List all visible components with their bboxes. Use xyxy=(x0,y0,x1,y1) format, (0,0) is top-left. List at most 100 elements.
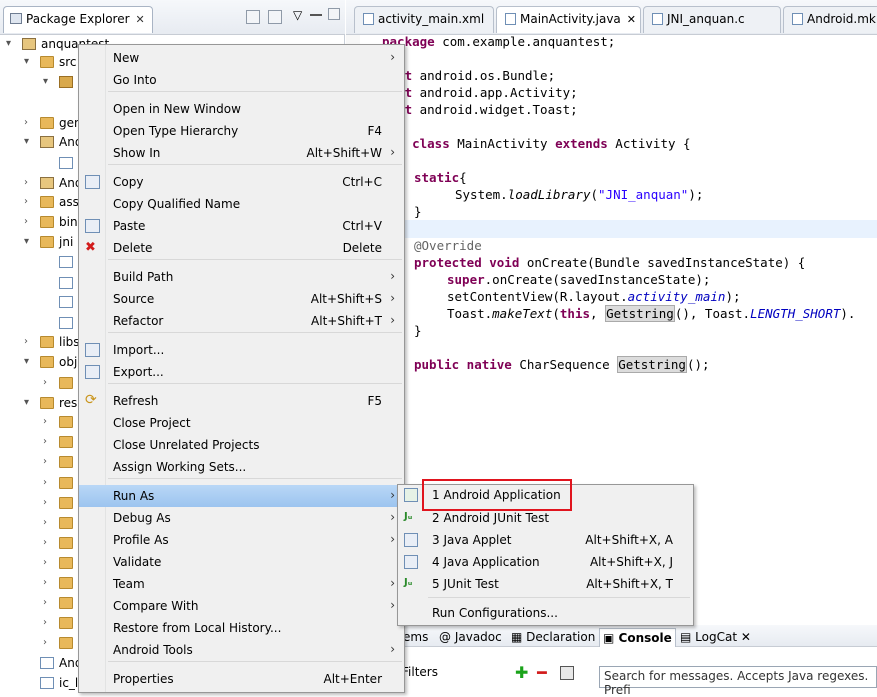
expand-toggle-icon[interactable]: ▾ xyxy=(43,76,48,87)
menu-separator xyxy=(108,259,402,260)
run-as-item-5-junit-test[interactable]: Jᵤ 5 JUnit Test Alt+Shift+X, T xyxy=(398,573,693,595)
junit-icon: Jᵤ xyxy=(404,511,413,522)
expand-toggle-icon[interactable]: ▾ xyxy=(24,56,29,67)
view-menu-icon[interactable]: ▽ xyxy=(293,8,302,22)
menu-item-team[interactable]: Team › xyxy=(79,573,404,595)
menu-item-compare-with[interactable]: Compare With › xyxy=(79,595,404,617)
filters-label: Filters xyxy=(402,665,438,679)
code-line: port android.widget.Toast; xyxy=(382,102,578,117)
expand-toggle-icon[interactable]: › xyxy=(24,196,28,207)
expand-toggle-icon[interactable]: › xyxy=(43,517,47,528)
run-as-item-run-configurations[interactable]: Run Configurations... xyxy=(398,602,693,624)
menu-item-label: Close Unrelated Projects xyxy=(113,438,260,452)
expand-toggle-icon[interactable]: ▾ xyxy=(24,236,29,247)
file-icon xyxy=(40,657,54,669)
menu-item-shortcut: Alt+Enter xyxy=(323,672,382,686)
menu-item-refresh[interactable]: ⟳ Refresh F5 xyxy=(79,390,404,412)
add-filter-icon[interactable]: ✚ xyxy=(515,663,528,682)
menu-item-android-tools[interactable]: Android Tools › xyxy=(79,639,404,661)
editor-tab-jni-anquan[interactable]: JNI_anquan.c xyxy=(643,6,781,33)
menu-item-label: Build Path xyxy=(113,270,174,284)
menu-item-delete[interactable]: ✖ Delete Delete xyxy=(79,237,404,259)
collapse-all-icon[interactable] xyxy=(246,10,260,24)
menu-item-label: Validate xyxy=(113,555,162,569)
menu-item-open-in-new-window[interactable]: Open in New Window xyxy=(79,98,404,120)
menu-item-run-as[interactable]: Run As › xyxy=(79,485,404,507)
expand-toggle-icon[interactable]: › xyxy=(43,477,47,488)
menu-item-refactor[interactable]: Refactor Alt+Shift+T › xyxy=(79,310,404,332)
menu-item-shortcut: Ctrl+C xyxy=(342,175,382,189)
tab-logcat[interactable]: ▤ LogCat ✕ xyxy=(677,628,754,647)
menu-item-copy-qualified-name[interactable]: Copy Qualified Name xyxy=(79,193,404,215)
menu-item-assign-working-sets[interactable]: Assign Working Sets... xyxy=(79,456,404,478)
expand-toggle-icon[interactable]: › xyxy=(43,436,47,447)
expand-toggle-icon[interactable]: › xyxy=(43,497,47,508)
run-as-item-4-java-application[interactable]: 4 Java Application Alt+Shift+X, J xyxy=(398,551,693,573)
menu-item-validate[interactable]: Validate xyxy=(79,551,404,573)
menu-item-properties[interactable]: Properties Alt+Enter xyxy=(79,668,404,690)
expand-toggle-icon[interactable]: ▾ xyxy=(24,136,29,147)
expand-toggle-icon[interactable]: › xyxy=(43,617,47,628)
menu-item-build-path[interactable]: Build Path › xyxy=(79,266,404,288)
menu-item-export[interactable]: Export... xyxy=(79,361,404,383)
run-as-item-3-java-applet[interactable]: 3 Java Applet Alt+Shift+X, A xyxy=(398,529,693,551)
menu-item-shortcut: Alt+Shift+X, T xyxy=(586,577,673,591)
tab-javadoc[interactable]: @ Javadoc xyxy=(436,628,505,647)
expand-toggle-icon[interactable]: › xyxy=(43,456,47,467)
menu-item-restore-from-local-history[interactable]: Restore from Local History... xyxy=(79,617,404,639)
menu-item-new[interactable]: New › xyxy=(79,47,404,69)
package-explorer-tab[interactable]: Package Explorer ✕ xyxy=(3,6,153,33)
close-icon[interactable]: ✕ xyxy=(627,13,636,26)
expand-toggle-icon[interactable]: › xyxy=(24,177,28,188)
menu-item-label: Open Type Hierarchy xyxy=(113,124,239,138)
expand-toggle-icon[interactable]: › xyxy=(24,117,28,128)
expand-toggle-icon[interactable]: ▾ xyxy=(24,397,29,408)
expand-toggle-icon[interactable]: › xyxy=(43,557,47,568)
expand-toggle-icon[interactable]: › xyxy=(43,537,47,548)
editor-tab-label: Android.mk xyxy=(807,12,876,26)
expand-toggle-icon[interactable]: › xyxy=(43,597,47,608)
java-app-icon xyxy=(404,555,418,569)
close-icon[interactable]: ✕ xyxy=(741,630,751,644)
tab-declaration[interactable]: ▦ Declaration xyxy=(508,628,598,647)
menu-item-go-into[interactable]: Go Into xyxy=(79,69,404,91)
library-icon xyxy=(40,177,54,189)
logcat-search-input[interactable]: Search for messages. Accepts Java regexe… xyxy=(599,666,877,697)
menu-item-open-type-hierarchy[interactable]: Open Type Hierarchy F4 xyxy=(79,120,404,142)
link-with-editor-icon[interactable] xyxy=(268,10,282,24)
menu-item-copy[interactable]: Copy Ctrl+C xyxy=(79,171,404,193)
menu-item-shortcut: Alt+Shift+W xyxy=(306,146,383,160)
expand-toggle-icon[interactable]: › xyxy=(43,416,47,427)
menu-item-close-unrelated-projects[interactable]: Close Unrelated Projects xyxy=(79,434,404,456)
editor-tab-android-mk[interactable]: Android.mk xyxy=(783,6,877,33)
expand-toggle-icon[interactable]: › xyxy=(43,377,47,388)
expand-toggle-icon[interactable]: › xyxy=(43,577,47,588)
edit-filter-icon[interactable] xyxy=(560,666,574,680)
expand-toggle-icon[interactable]: › xyxy=(24,216,28,227)
menu-item-close-project[interactable]: Close Project xyxy=(79,412,404,434)
close-icon[interactable]: ✕ xyxy=(136,13,145,26)
folder-icon xyxy=(40,336,54,348)
expand-toggle-icon[interactable]: ▾ xyxy=(24,356,29,367)
expand-toggle-icon[interactable]: › xyxy=(24,336,28,347)
tab-console[interactable]: ▣ Console xyxy=(599,628,676,647)
menu-item-import[interactable]: Import... xyxy=(79,339,404,361)
editor-tab-mainactivity[interactable]: MainActivity.java ✕ xyxy=(496,6,641,33)
menu-item-profile-as[interactable]: Profile As › xyxy=(79,529,404,551)
expand-toggle-icon[interactable]: › xyxy=(43,637,47,648)
submenu-arrow-icon: › xyxy=(390,145,395,159)
menu-item-source[interactable]: Source Alt+Shift+S › xyxy=(79,288,404,310)
folder-icon xyxy=(59,537,73,549)
menu-item-debug-as[interactable]: Debug As › xyxy=(79,507,404,529)
file-icon xyxy=(59,277,73,289)
folder-icon xyxy=(59,557,73,569)
remove-filter-icon[interactable]: ━ xyxy=(537,663,547,682)
maximize-icon[interactable] xyxy=(328,8,340,20)
menu-item-show-in[interactable]: Show In Alt+Shift+W › xyxy=(79,142,404,164)
editor-tab-activity-main[interactable]: activity_main.xml xyxy=(354,6,494,33)
menu-item-label: Team xyxy=(113,577,145,591)
expand-toggle-icon[interactable]: ▾ xyxy=(6,38,11,49)
declaration-icon: ▦ xyxy=(511,630,527,644)
minimize-icon[interactable] xyxy=(310,6,322,16)
menu-item-paste[interactable]: Paste Ctrl+V xyxy=(79,215,404,237)
